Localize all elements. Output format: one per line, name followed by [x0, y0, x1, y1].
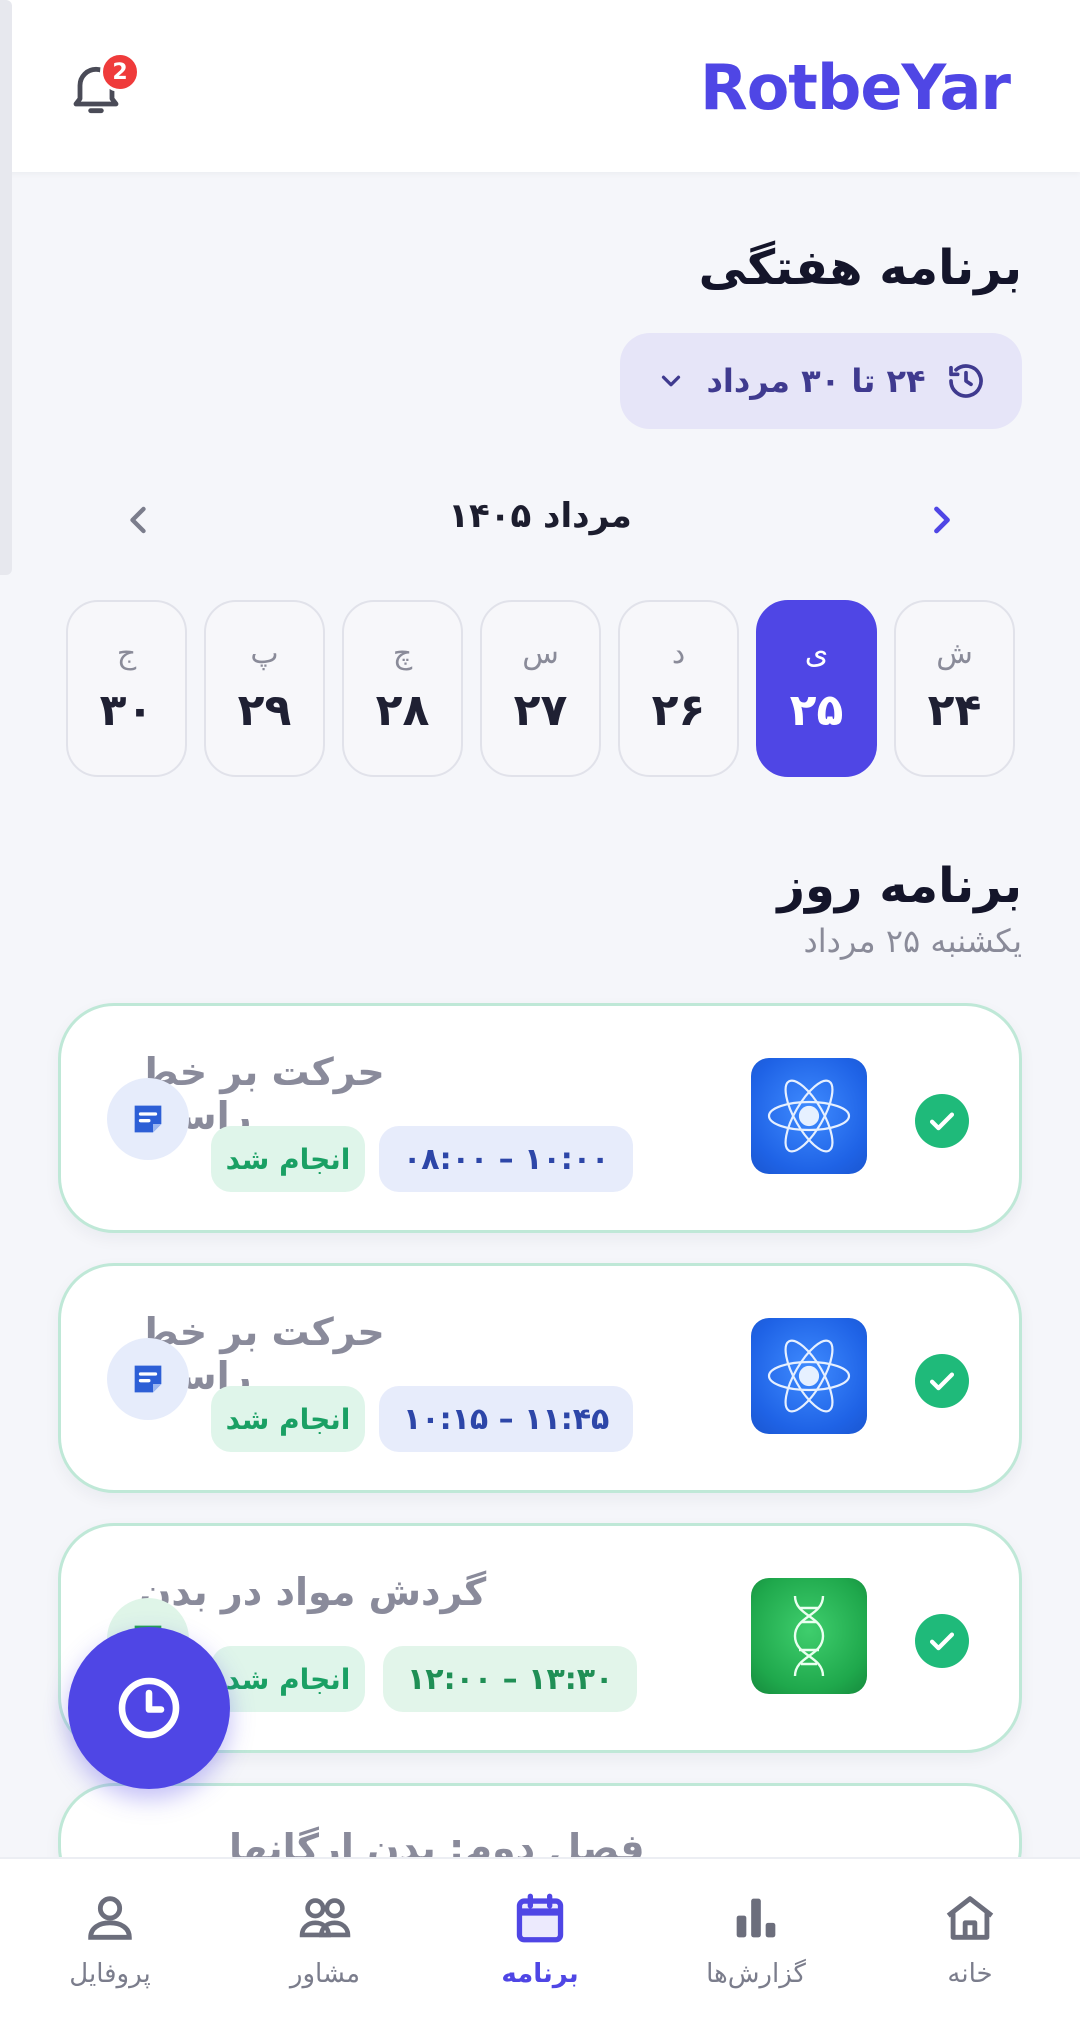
task-title: حرکت بر خط راست	[139, 1310, 385, 1398]
chevron-down-icon	[662, 375, 681, 387]
day-name: س	[522, 636, 559, 671]
day-name: ی	[804, 636, 829, 671]
status-badge: انجام شد	[211, 1646, 365, 1712]
week-range-label: ۲۴ تا ۳۰ مرداد	[706, 362, 926, 400]
next-month-button[interactable]	[920, 498, 964, 542]
notifications-button[interactable]: 2	[64, 52, 144, 126]
nav-item-home[interactable]: خانه	[890, 1889, 1050, 1999]
daily-title: برنامه روز	[777, 858, 1022, 914]
home-icon	[946, 1896, 994, 1940]
nav-label: مشاور	[289, 1959, 361, 1989]
note-icon	[134, 1105, 162, 1133]
atom-icon	[751, 1318, 867, 1434]
task-title: گردش مواد در بدن	[139, 1570, 487, 1614]
day-card-selected[interactable]: ی ۲۵	[756, 600, 877, 777]
user-icon	[88, 1896, 132, 1940]
scroll-indicator[interactable]	[0, 0, 12, 575]
task-time: ۰۸:۰۰ – ۱۰:۰۰	[379, 1126, 634, 1192]
completed-check-icon	[915, 1614, 969, 1668]
day-number: ۲۸	[375, 685, 430, 736]
status-badge: انجام شد	[211, 1386, 365, 1452]
day-card[interactable]: س ۲۷	[480, 600, 601, 777]
day-card[interactable]: ش ۲۴	[894, 600, 1015, 777]
day-name: پ	[250, 636, 279, 671]
month-label: مرداد ۱۴۰۵	[448, 496, 632, 536]
weekly-title: برنامه هفتگی	[698, 240, 1022, 296]
day-number: ۲۷	[513, 685, 568, 736]
clock-icon	[118, 1677, 180, 1739]
task-time: ۱۲:۰۰ – ۱۳:۳۰	[383, 1646, 638, 1712]
nav-label: پروفایل	[69, 1959, 151, 1989]
nav-item-reports[interactable]: گزارش‌ها	[676, 1889, 836, 1999]
day-card[interactable]: ج ۳۰	[66, 600, 187, 777]
note-button[interactable]	[107, 1078, 189, 1160]
dna-icon	[751, 1578, 867, 1694]
task-card[interactable]: حرکت بر خط راست ۰۸:۰۰ – ۱۰:۰۰ انجام شد	[58, 1003, 1022, 1233]
nav-item-schedule[interactable]: برنامه	[460, 1889, 620, 1999]
status-badge: انجام شد	[211, 1126, 365, 1192]
task-title: حرکت بر خط راست	[139, 1050, 385, 1138]
month-navigator: مرداد ۱۴۰۵	[0, 490, 1080, 550]
day-number: ۲۵	[789, 685, 844, 736]
chevron-right-icon	[934, 506, 950, 534]
day-card[interactable]: چ ۲۸	[342, 600, 463, 777]
logo-text: RotbeYar	[699, 50, 1011, 124]
bottom-navigation: خانه گزارش‌ها برنامه مشاور پروفایل	[0, 1857, 1080, 2018]
nav-item-profile[interactable]: پروفایل	[30, 1889, 190, 1999]
task-time: ۱۰:۱۵ – ۱۱:۴۵	[379, 1386, 634, 1452]
atom-icon	[751, 1058, 867, 1174]
clock-fab-button[interactable]	[68, 1627, 230, 1789]
nav-label: برنامه	[501, 1959, 579, 1989]
nav-label: خانه	[947, 1959, 993, 1989]
day-card[interactable]: د ۲۶	[618, 600, 739, 777]
note-icon	[134, 1365, 162, 1393]
completed-check-icon	[915, 1354, 969, 1408]
day-number: ۲۶	[651, 685, 706, 736]
users-icon	[299, 1898, 351, 1938]
day-name: ش	[936, 636, 973, 671]
notification-badge: 2	[100, 52, 140, 92]
bar-chart-icon	[736, 1898, 776, 1938]
task-card[interactable]: حرکت بر خط راست ۱۰:۱۵ – ۱۱:۴۵ انجام شد	[58, 1263, 1022, 1493]
day-number: ۲۴	[927, 685, 982, 736]
app-header: 2 RotbeYar	[0, 0, 1080, 172]
day-name: چ	[392, 636, 413, 671]
note-button[interactable]	[107, 1338, 189, 1420]
day-number: ۳۰	[99, 685, 154, 736]
daily-date: یکشنبه ۲۵ مرداد	[803, 922, 1023, 960]
nav-label: گزارش‌ها	[706, 1959, 806, 1989]
day-name: ج	[116, 636, 137, 671]
calendar-icon	[516, 1893, 564, 1943]
week-range-dropdown[interactable]: ۲۴ تا ۳۰ مرداد	[620, 333, 1022, 429]
app-logo: RotbeYar	[699, 42, 1011, 132]
completed-check-icon	[915, 1094, 969, 1148]
day-name: د	[671, 636, 686, 671]
history-icon	[948, 364, 983, 398]
day-card[interactable]: پ ۲۹	[204, 600, 325, 777]
nav-item-advisor[interactable]: مشاور	[245, 1889, 405, 1999]
day-number: ۲۹	[237, 685, 292, 736]
